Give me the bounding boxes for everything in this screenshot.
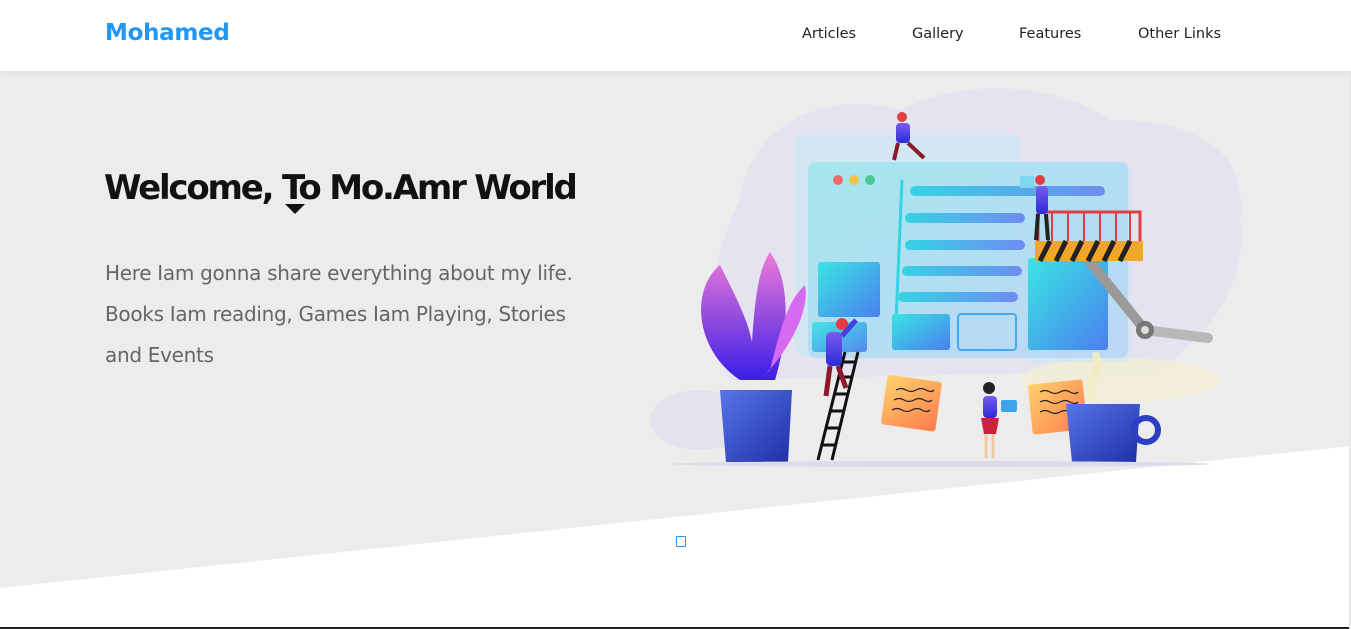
site-logo[interactable]: Mohamed: [105, 20, 230, 46]
intro-text: Here Iam gonna share everything about my…: [105, 261, 573, 367]
scroll-down-icon[interactable]: [676, 536, 686, 547]
nav-link-articles[interactable]: Articles: [802, 26, 856, 42]
nav-link-features[interactable]: Features: [1019, 26, 1081, 42]
nav-link-gallery[interactable]: Gallery: [912, 26, 964, 42]
page-title: Welcome, To Mo.Amr World: [104, 168, 578, 208]
nav-link-other-links[interactable]: Other Links: [1138, 26, 1221, 42]
page: Mohamed Articles Gallery Features Other …: [0, 0, 1351, 629]
landing-illustration: [650, 88, 1242, 467]
top-header: Mohamed Articles Gallery Features Other …: [0, 0, 1351, 71]
caret-down-icon: [285, 204, 305, 214]
